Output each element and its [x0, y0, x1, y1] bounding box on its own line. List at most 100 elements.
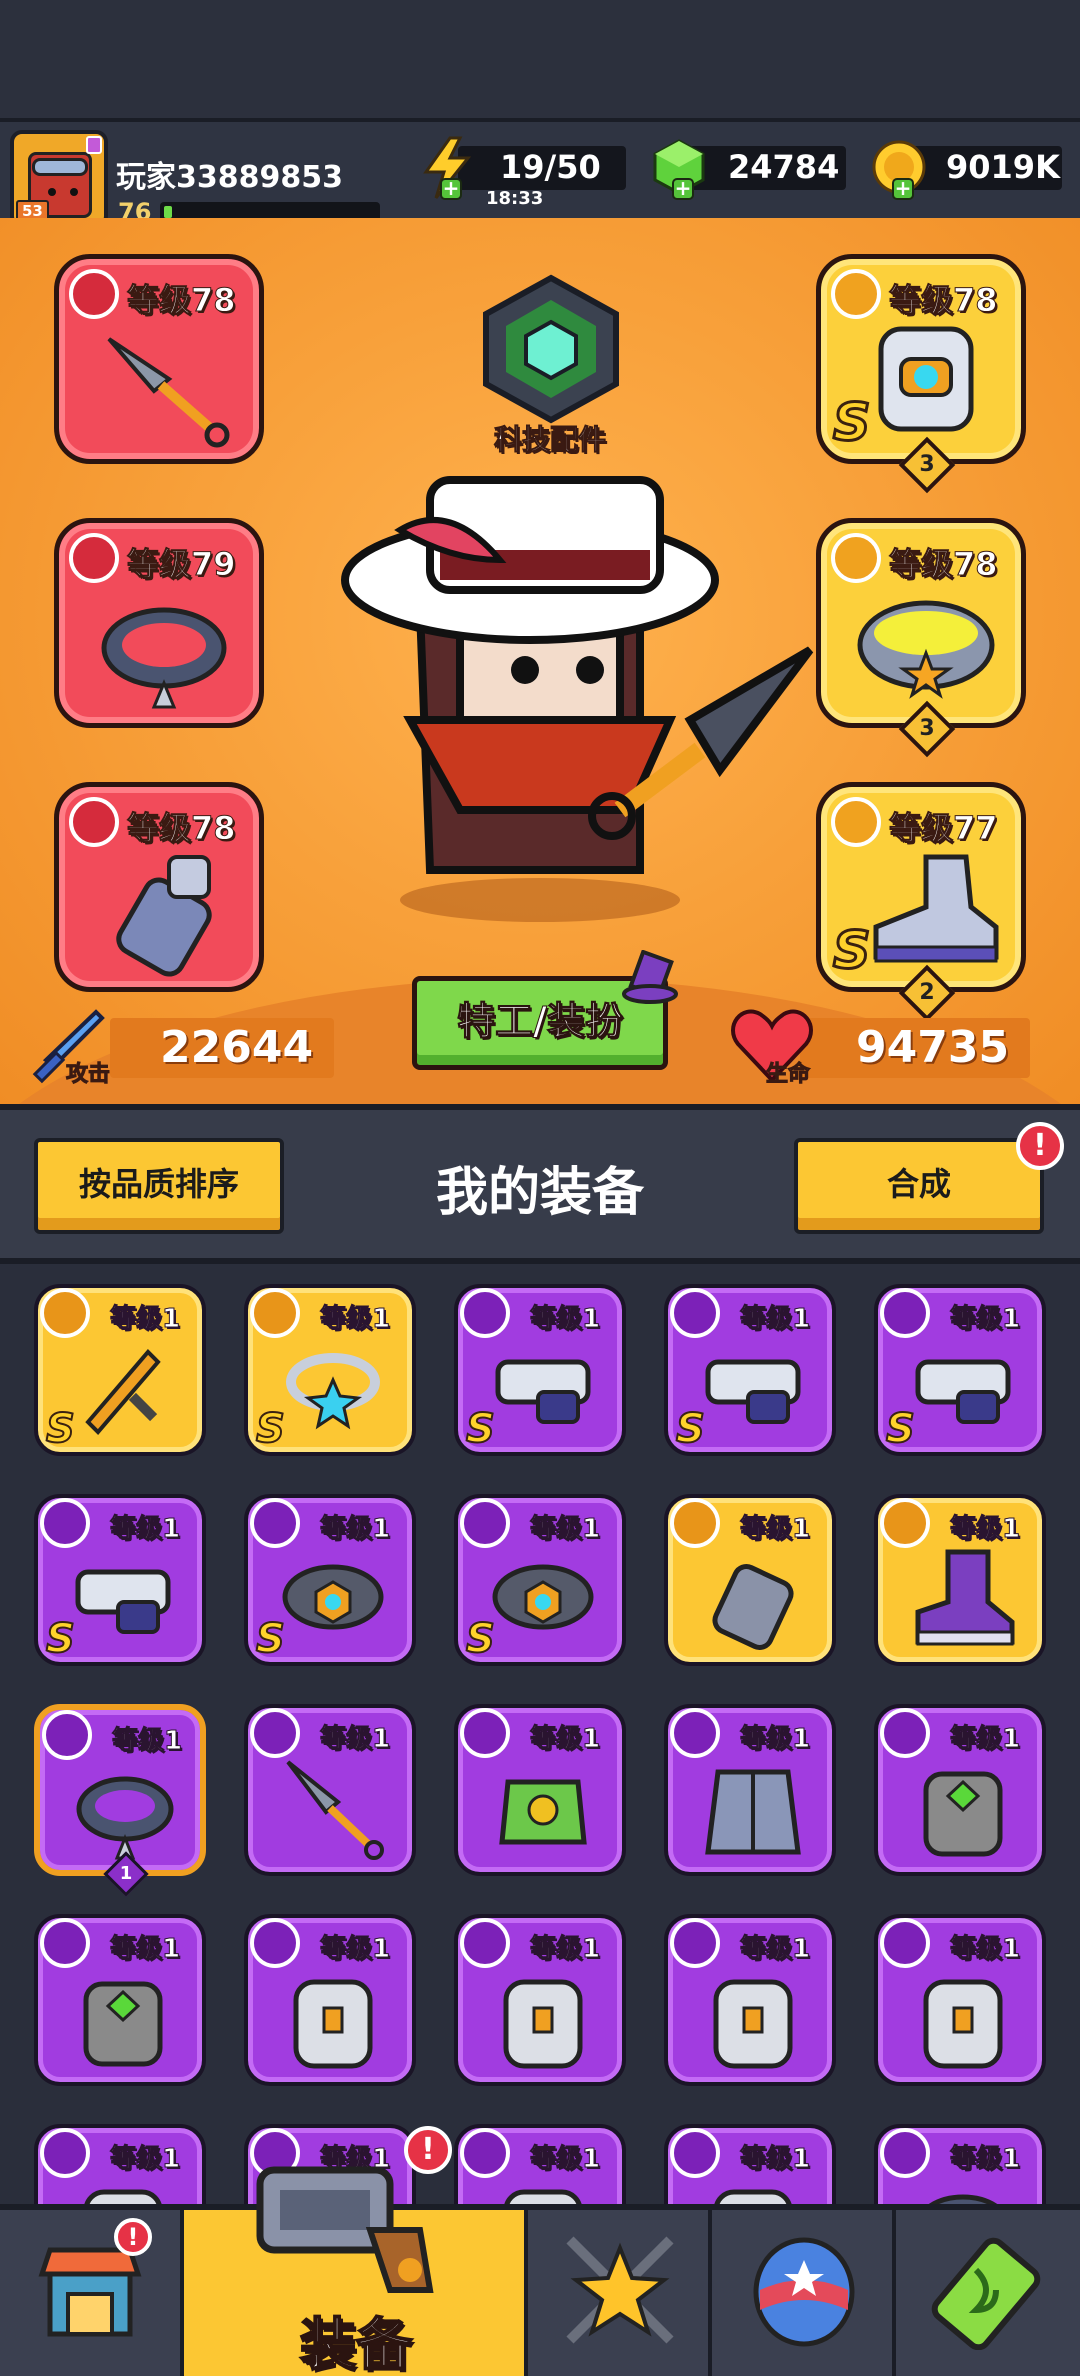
- equipment-card[interactable]: 等级1 S: [34, 1494, 206, 1666]
- equipment-card[interactable]: 等级1: [34, 2124, 206, 2204]
- slot-type-icon: [460, 1288, 510, 1338]
- blaster-icon: [75, 1569, 171, 1634]
- slot-weapon[interactable]: 等级78: [54, 254, 264, 464]
- slot-gloves[interactable]: 等级78: [54, 782, 264, 992]
- equipment-card[interactable]: 等级1 S: [34, 1284, 206, 1456]
- coins-plus-icon[interactable]: +: [892, 178, 914, 200]
- slot-necklace[interactable]: 等级79: [54, 518, 264, 728]
- slot-type-icon: [670, 1708, 720, 1758]
- equipment-card[interactable]: 等级1: [454, 1704, 626, 1876]
- hero-character[interactable]: [340, 470, 820, 930]
- card-level: 等级1: [529, 2144, 601, 2175]
- card-level: 等级1: [529, 1934, 601, 1965]
- card-level: 等级1: [109, 1934, 181, 1965]
- slot-gloves-level: 等级78: [127, 809, 237, 848]
- hand-icon: [69, 797, 119, 847]
- slot-type-icon: [880, 2128, 930, 2178]
- grade-badge: S: [255, 1615, 286, 1663]
- avatar-rank-icon: [86, 136, 102, 154]
- slot-boots[interactable]: 等级77 S 2: [816, 782, 1026, 1022]
- equipment-card[interactable]: 等级1 S: [244, 1494, 416, 1666]
- equipment-card[interactable]: 等级1 S: [664, 1284, 836, 1456]
- equipment-card[interactable]: 等级1: [454, 2124, 626, 2204]
- equipment-card[interactable]: 等级1: [454, 1914, 626, 2086]
- plate-armor-icon: [713, 1979, 793, 2069]
- boot-icon: [915, 1549, 1015, 1646]
- game-screen: 53 玩家33889853 76 + 19/50 18:33 + 24784 +…: [0, 0, 1080, 2376]
- equipment-card[interactable]: 等级1: [874, 1914, 1046, 2086]
- slot-boots-level: 等级77: [889, 809, 999, 848]
- spiked-collar-icon: [928, 2194, 998, 2204]
- equipment-card[interactable]: 等级1: [34, 1914, 206, 2086]
- grade-badge: S: [885, 1405, 916, 1453]
- equipment-card[interactable]: 等级1: [874, 1704, 1046, 1876]
- leaf-armor-icon: [499, 1779, 587, 1845]
- card-level: 等级1: [319, 1514, 391, 1545]
- blaster-icon: [495, 1359, 591, 1424]
- grade-badge: S: [45, 1615, 76, 1663]
- hp-value: 94735: [856, 1022, 1010, 1073]
- blaster-icon: [915, 1359, 1011, 1424]
- equipment-card[interactable]: 等级1 S: [874, 1284, 1046, 1456]
- blaster-icon: [705, 1359, 801, 1424]
- equipment-card[interactable]: 等级1: [244, 1914, 416, 2086]
- slot-type-icon: [670, 1918, 720, 1968]
- gun-icon: [69, 269, 119, 319]
- slot-type-icon: [250, 1498, 300, 1548]
- gems-plus-icon[interactable]: +: [672, 178, 694, 200]
- equipment-card[interactable]: 等级1 1: [34, 1704, 206, 1897]
- equipment-card[interactable]: 等级1 S: [244, 1284, 416, 1456]
- card-level: 等级1: [949, 1514, 1021, 1545]
- gauntlet-icon: [712, 1564, 794, 1650]
- slot-type-icon: [880, 1498, 930, 1548]
- plate-armor-icon: [84, 2189, 162, 2204]
- slot-type-icon: [40, 1498, 90, 1548]
- sort-by-quality-button[interactable]: 按品质排序: [34, 1138, 284, 1234]
- card-level: 等级1: [529, 1304, 601, 1335]
- robot-armor-icon: [878, 326, 974, 432]
- hex-belt-icon: [282, 1564, 384, 1630]
- boot-icon: [831, 797, 881, 847]
- equipment-card[interactable]: 等级1: [874, 2124, 1046, 2204]
- player-avatar[interactable]: 53: [10, 130, 108, 228]
- slot-type-icon: [880, 1288, 930, 1338]
- equipment-card[interactable]: 等级1 S: [454, 1494, 626, 1666]
- tech-accessory-icon[interactable]: [476, 274, 626, 424]
- kunai-icon: [286, 1760, 384, 1860]
- card-level: 等级1: [739, 1724, 811, 1755]
- slot-belt[interactable]: 等级78 3: [816, 518, 1026, 758]
- slot-type-icon: [670, 1498, 720, 1548]
- avatar-eye: [48, 188, 56, 196]
- plate-armor-icon: [923, 1979, 1003, 2069]
- grade-badge: S: [255, 1405, 286, 1453]
- equipment-card[interactable]: 等级1: [874, 1494, 1046, 1666]
- card-level: 等级1: [109, 1304, 181, 1335]
- grade-badge: S: [831, 392, 871, 455]
- card-level: 等级1: [109, 1514, 181, 1545]
- ring-icon: [286, 1353, 380, 1430]
- necklace-icon: [69, 533, 119, 583]
- star-belt-icon: [857, 600, 995, 699]
- equipment-card[interactable]: 等级1: [664, 1704, 836, 1876]
- attack-value: 22644: [160, 1022, 314, 1073]
- card-level: 等级1: [739, 1934, 811, 1965]
- slot-type-icon: [460, 1498, 510, 1548]
- slot-type-icon: [250, 1918, 300, 1968]
- merge-button[interactable]: 合成: [794, 1138, 1044, 1234]
- spiked-collar-icon: [101, 607, 227, 709]
- battery-icon: [931, 2237, 1041, 2350]
- gem-armor-icon: [83, 1981, 163, 2067]
- plate-armor-icon: [504, 2189, 582, 2204]
- slot-armor[interactable]: 等级78 S 3: [816, 254, 1026, 494]
- slot-type-icon: [40, 1288, 90, 1338]
- slot-type-icon: [460, 1708, 510, 1758]
- equipment-card[interactable]: 等级1: [664, 1914, 836, 2086]
- equipment-card[interactable]: 等级1: [664, 1494, 836, 1666]
- belt-icon: [831, 533, 881, 583]
- equipment-card[interactable]: 等级1: [244, 1704, 416, 1876]
- energy-value: 19/50: [500, 148, 601, 186]
- inventory-grid: 等级1 S 等级1 S 等级1 S 等级1 S 等级1 S 等级1 S 等级1 S 等级1 S 等级1 等级1 等级…: [0, 1264, 1080, 2204]
- energy-plus-icon[interactable]: +: [440, 178, 462, 200]
- equipment-card[interactable]: 等级1: [664, 2124, 836, 2204]
- equipment-card[interactable]: 等级1 S: [454, 1284, 626, 1456]
